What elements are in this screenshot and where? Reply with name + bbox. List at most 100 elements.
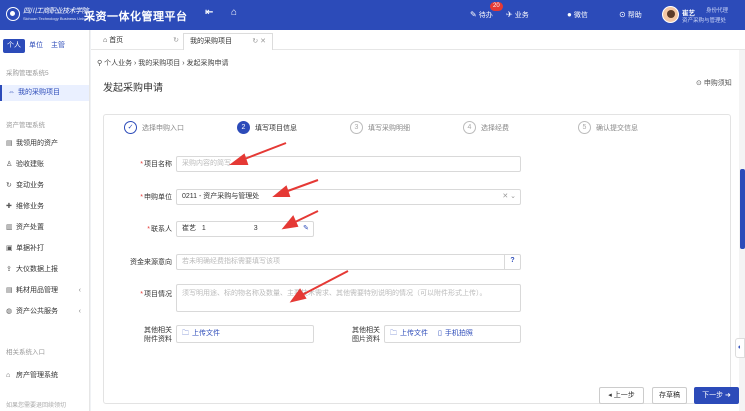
sidebar-item-label: 变动业务 <box>16 182 44 189</box>
upload-file-button[interactable]: 🗀 上传文件 <box>176 325 314 343</box>
sidebar-item-label: 单据补打 <box>16 245 44 252</box>
save-draft-button[interactable]: 存草稿 <box>652 387 687 404</box>
contact-label: *联系人 <box>147 226 172 233</box>
collapse-icon[interactable]: ⇤ <box>205 7 213 18</box>
chevron-left-icon: ‹ <box>78 308 81 315</box>
wechat-icon: ● <box>567 10 572 19</box>
sidebar-item-change[interactable]: ↻ 变动业务 <box>0 178 89 194</box>
contact-phone-start: 1 <box>201 225 206 232</box>
chevron-left-icon: ‹ <box>78 287 81 294</box>
top-bar: 四川工商职业技术学院 Sichuan Technology Business U… <box>0 0 745 30</box>
image-attachment-label: 其他相关 图片资料 <box>352 327 380 343</box>
breadcrumb-text: 个人业务 › 我的采购项目 › 发起采购申请 <box>104 60 229 67</box>
sidebar: 个人 单位 主管 采购管理系统5 ⇔ 我的采购项目 资产管理系统 ▤ 我领用的资产 … <box>0 30 90 411</box>
sidebar-item-label: 维修业务 <box>16 203 44 210</box>
sidebar-item-repair[interactable]: ✚ 维修业务 <box>0 199 89 215</box>
sidebar-item-reprint[interactable]: ▣ 单据补打 <box>0 241 89 257</box>
step-connector <box>419 121 457 135</box>
upload-file-label: 上传文件 <box>192 330 220 337</box>
todo-count-badge: 20 <box>490 2 503 11</box>
sidebar-group-procurement: 采购管理系统5 <box>6 70 49 77</box>
sidebar-item-label: 耗材用品管理 <box>16 287 58 294</box>
contact-field[interactable]: 崔艺 1 3 ✎ <box>176 221 314 237</box>
sidebar-tab-unit[interactable]: 单位 <box>25 39 47 53</box>
sidebar-item-my-assets[interactable]: ▤ 我领用的资产 <box>0 136 89 152</box>
step-number: 5 <box>578 121 591 134</box>
list-icon: ▤ <box>6 287 13 294</box>
prev-step-button[interactable]: ◂ 上一步 <box>599 387 644 404</box>
help-button[interactable]: ⊙ 帮助 <box>619 10 642 20</box>
upload-image-label[interactable]: 上传文件 <box>400 330 428 337</box>
app-title: 采资一体化管理平台 <box>84 11 188 23</box>
school-logo: 四川工商职业技术学院 Sichuan Technology Business U… <box>6 6 95 24</box>
clear-chevron-icon[interactable]: ✕ ⌄ <box>502 190 516 204</box>
school-seal-icon <box>6 7 20 21</box>
project-name-input[interactable]: 采购内容的简写 <box>176 156 521 172</box>
step-connector <box>306 121 344 135</box>
reload-icon[interactable]: ↻ <box>173 33 179 49</box>
trash-icon: ▥ <box>6 224 13 231</box>
fund-help-icon[interactable]: ? <box>504 255 520 269</box>
house-icon: ⌂ <box>6 372 11 379</box>
step-number: 3 <box>350 121 363 134</box>
sidebar-item-label: 资产公共服务 <box>16 308 58 315</box>
sidebar-group-related: 相关系统入口 <box>6 349 45 356</box>
sidebar-tab-personal[interactable]: 个人 <box>3 39 25 53</box>
sidebar-item-public-service[interactable]: ◍ 资产公共服务 ‹ <box>0 304 89 320</box>
fund-label: 资金来源意向 <box>130 259 172 266</box>
wrench-icon: ✚ <box>6 203 12 210</box>
identity-proxy-link[interactable]: 身份代理 <box>706 6 728 14</box>
sidebar-item-label: 房产管理系统 <box>16 372 58 379</box>
fund-input[interactable]: 若未明确经费指标需要填写该项? <box>176 254 521 270</box>
plane-icon: ✈ <box>506 10 513 19</box>
pencil-icon[interactable]: ✎ <box>303 222 309 236</box>
side-tool-icon[interactable]: ◐ <box>735 338 745 358</box>
sidebar-item-consumables[interactable]: ▤ 耗材用品管理 ‹ <box>0 283 89 299</box>
logo-text: 四川工商职业技术学院 <box>23 7 89 15</box>
sidebar-footer-text: 如果您需要退回续领切 <box>6 403 67 409</box>
upload-icon: ⇪ <box>6 266 12 273</box>
description-label: *项目情况 <box>140 291 172 298</box>
unit-value: 0211 - 资产采购与管理处 <box>182 193 260 200</box>
tab-current-label: 我的采购项目 <box>190 38 232 45</box>
step-label: 填写采购明细 <box>368 125 410 132</box>
expand-icon: ⇔ <box>8 89 15 96</box>
wechat-button[interactable]: ● 微信 <box>567 10 588 20</box>
sidebar-tabs: 个人 单位 主管 <box>3 39 69 53</box>
tab-my-procurement[interactable]: 我的采购项目 ↻ ✕ <box>183 33 273 50</box>
tab-home-label: 首页 <box>109 37 124 44</box>
next-step-button[interactable]: 下一步 ➜ <box>694 387 739 404</box>
home-icon[interactable]: ⌂ <box>231 7 237 18</box>
todo-button[interactable]: ✎ 待办 <box>470 10 493 20</box>
sidebar-group-assets: 资产管理系统 <box>6 122 45 129</box>
purchase-notice-label: 申购须知 <box>703 80 732 87</box>
step-label: 填写项目信息 <box>255 125 297 132</box>
unit-select[interactable]: 0211 - 资产采购与管理处 ✕ ⌄ <box>176 189 521 205</box>
business-button[interactable]: ✈ 业务 <box>506 10 529 20</box>
stepper: ✓ 选择申购入口 2 填写项目信息 3 填写采购明细 4 选择经费 5 确认提交信息 <box>104 115 732 141</box>
sidebar-tab-supervisor[interactable]: 主管 <box>47 39 69 53</box>
sidebar-item-housing[interactable]: ⌂ 房产管理系统 <box>0 368 89 384</box>
user-department: 资产采购与管理处 <box>682 18 727 24</box>
phone-photo-label[interactable]: 手机拍照 <box>445 330 473 337</box>
reload-close-icon[interactable]: ↻ ✕ <box>252 34 266 50</box>
description-textarea[interactable]: 须写明用途、标的物名称及数量、主要技术需求、其他需要特别说明的情况（可以附件形式… <box>176 284 521 312</box>
tab-home[interactable]: ⌂ 首页 ↻ <box>97 33 181 50</box>
purchase-notice-link[interactable]: ⊙ 申购须知 <box>696 78 732 88</box>
breadcrumb: ⚲ 个人业务 › 我的采购项目 › 发起采购申请 <box>97 58 229 68</box>
refresh-icon: ↻ <box>6 182 12 189</box>
sidebar-item-disposal[interactable]: ▥ 资产处置 <box>0 220 89 236</box>
fund-placeholder: 若未明确经费指标需要填写该项 <box>182 258 280 265</box>
contact-phone-end: 3 <box>253 225 258 232</box>
thumb-icon: ♙ <box>6 161 13 168</box>
sidebar-item-upload[interactable]: ⇪ 大仪数据上报 <box>0 262 89 278</box>
phone-icon: ▯ <box>438 330 442 337</box>
sidebar-item-label: 我领用的资产 <box>16 140 58 147</box>
upload-image-box[interactable]: 🗀 上传文件 ▯ 手机拍照 <box>384 325 521 343</box>
scrollbar-thumb[interactable] <box>740 169 745 249</box>
avatar[interactable] <box>662 6 679 23</box>
sidebar-item-acceptance[interactable]: ♙ 验收建账 <box>0 157 89 173</box>
sidebar-item-my-procurement[interactable]: ⇔ 我的采购项目 <box>0 85 89 101</box>
step-number: 4 <box>463 121 476 134</box>
check-icon: ✓ <box>124 121 137 134</box>
